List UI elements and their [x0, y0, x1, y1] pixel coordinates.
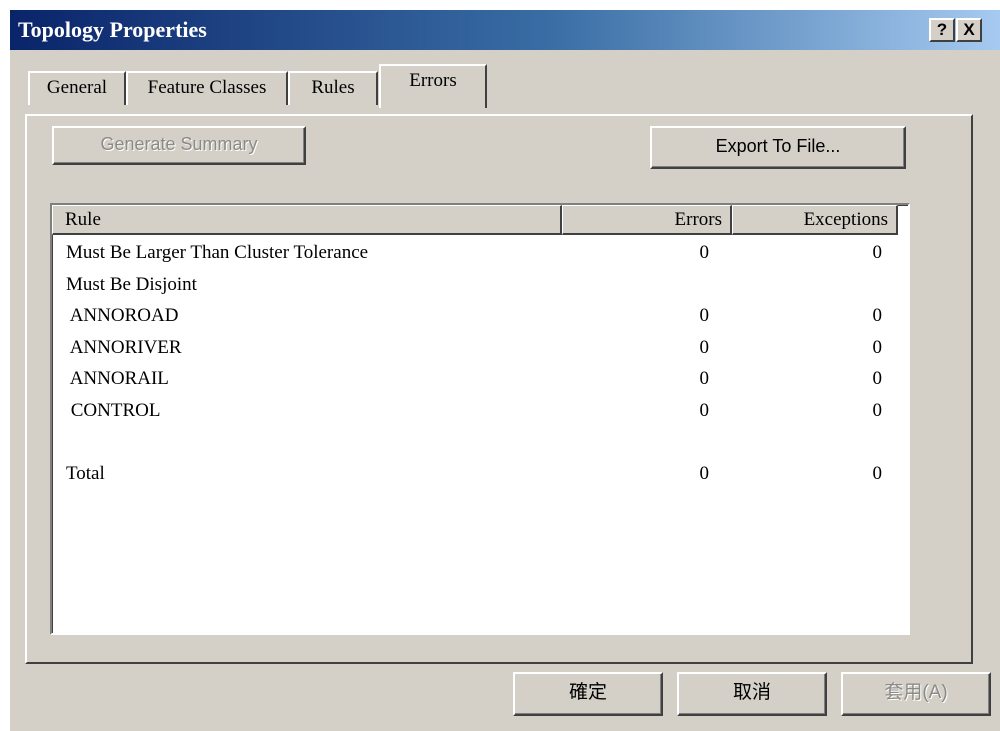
exceptions-cell: 0 [872, 368, 883, 389]
column-header-exceptions-label: Exceptions [803, 209, 888, 230]
table-row[interactable]: ANNORAIL 0 0 [52, 363, 908, 394]
ok-button[interactable]: 確定 [513, 672, 663, 716]
tab-general[interactable]: General [28, 71, 126, 105]
apply-label: 套用(A) [884, 682, 948, 703]
window-title: Topology Properties [18, 17, 207, 42]
column-header-exceptions[interactable]: Exceptions [732, 205, 898, 235]
errors-cell: 0 [699, 242, 710, 263]
table-row[interactable]: ANNOROAD 0 0 [52, 300, 908, 331]
exceptions-cell: 0 [872, 305, 883, 326]
errors-cell: 0 [699, 368, 710, 389]
table-row[interactable]: Must Be Disjoint [52, 269, 908, 300]
exceptions-cell: 0 [872, 399, 883, 421]
cancel-button[interactable]: 取消 [677, 672, 827, 716]
exceptions-cell: 0 [872, 242, 883, 263]
rule-cell: ANNORIVER [66, 336, 182, 358]
ok-label: 確定 [568, 682, 607, 703]
generate-summary-button[interactable]: Generate Summary [52, 126, 306, 165]
tab-errors-label: Errors [409, 70, 457, 91]
rule-cell: Must Be Disjoint [66, 273, 197, 295]
tab-rules-label: Rules [311, 77, 355, 98]
apply-button[interactable]: 套用(A) [841, 672, 991, 716]
rule-errors-list[interactable]: Rule Errors Exceptions Must Be Larger Th… [50, 203, 910, 635]
column-header-rule-label: Rule [65, 209, 101, 230]
help-button[interactable]: ? [929, 18, 955, 42]
title-bar[interactable]: Topology Properties ? X [10, 10, 1000, 50]
export-to-file-button[interactable]: Export To File... [650, 126, 906, 169]
rule-cell: Total [66, 462, 105, 484]
table-row[interactable]: Total 0 0 [52, 458, 908, 489]
column-header-errors[interactable]: Errors [562, 205, 732, 235]
tab-errors[interactable]: Errors [379, 64, 487, 108]
table-row[interactable]: Must Be Larger Than Cluster Tolerance 0 0 [52, 237, 908, 268]
exceptions-cell: 0 [872, 336, 883, 358]
rule-cell: ANNORAIL [66, 368, 169, 389]
topology-properties-dialog: Topology Properties ? X General Feature … [10, 10, 1000, 731]
tab-rules[interactable]: Rules [288, 71, 378, 105]
rule-cell: CONTROL [66, 399, 161, 421]
export-to-file-label: Export To File... [715, 136, 841, 156]
column-header-errors-label: Errors [674, 209, 722, 230]
errors-cell: 0 [699, 399, 710, 421]
rule-cell: ANNOROAD [66, 305, 179, 326]
errors-cell: 0 [699, 336, 710, 358]
generate-summary-label: Generate Summary [100, 134, 258, 154]
cancel-label: 取消 [732, 682, 771, 703]
table-row[interactable]: CONTROL 0 0 [52, 395, 908, 426]
close-button[interactable]: X [956, 18, 982, 42]
tab-general-label: General [46, 77, 108, 98]
errors-cell: 0 [699, 462, 710, 484]
tab-feature-classes[interactable]: Feature Classes [126, 71, 288, 105]
table-row[interactable] [52, 426, 908, 457]
rule-cell: Must Be Larger Than Cluster Tolerance [66, 242, 369, 263]
exceptions-cell: 0 [872, 462, 883, 484]
table-row[interactable]: ANNORIVER 0 0 [52, 332, 908, 363]
tab-feature-classes-label: Feature Classes [147, 77, 267, 98]
errors-cell: 0 [699, 305, 710, 326]
column-header-rule[interactable]: Rule [52, 205, 562, 235]
